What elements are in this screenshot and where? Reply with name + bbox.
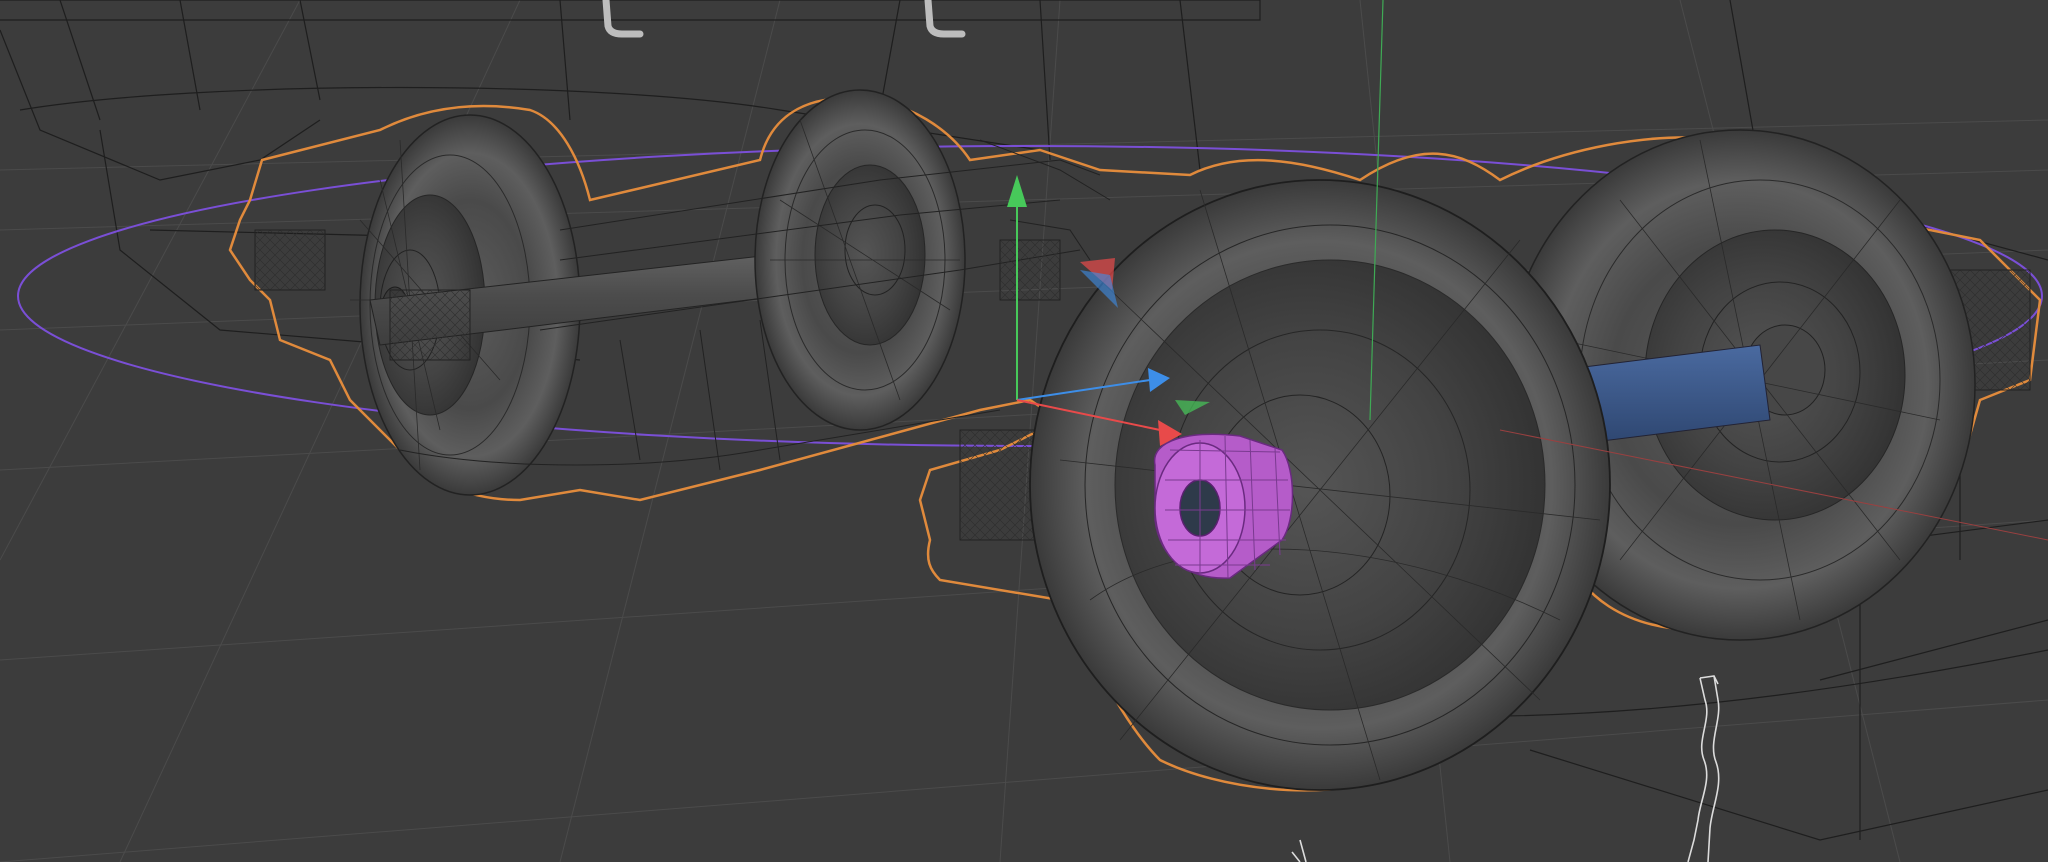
arrow-y-icon[interactable] xyxy=(1007,175,1027,207)
right-front-wheel[interactable] xyxy=(1029,179,1611,791)
viewport-canvas[interactable] xyxy=(0,0,2048,862)
left-front-wheel[interactable] xyxy=(754,89,966,431)
car-handles xyxy=(602,0,966,38)
3d-viewport[interactable] xyxy=(0,0,2048,862)
